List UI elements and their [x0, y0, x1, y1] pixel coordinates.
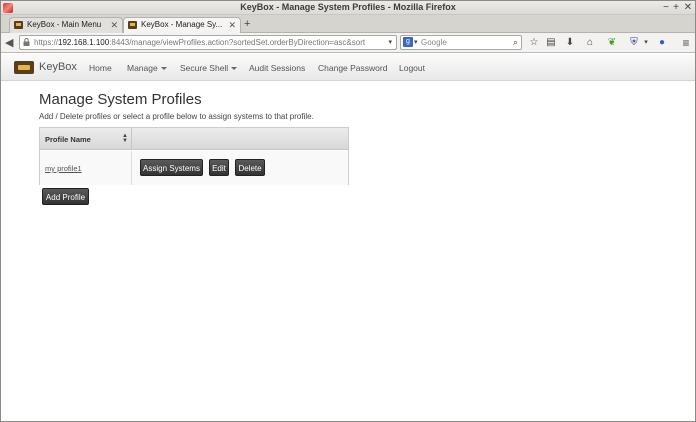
- title-bar: KeyBox - Manage System Profiles - Mozill…: [1, 1, 695, 15]
- nav-audit-sessions[interactable]: Audit Sessions: [249, 63, 305, 73]
- caret-down-icon: [160, 67, 167, 71]
- sort-icon[interactable]: ▲ ▼: [122, 133, 128, 144]
- edit-button[interactable]: Edit: [209, 159, 229, 176]
- lock-icon: [23, 38, 30, 46]
- url-host: 192.168.1.100: [58, 38, 110, 47]
- tab-label: KeyBox - Manage Sy...: [141, 20, 223, 29]
- bookmark-star-icon[interactable]: ☆: [527, 36, 541, 50]
- google-engine-icon[interactable]: g: [403, 37, 413, 47]
- keybox-favicon: [128, 21, 137, 29]
- search-engine-dropdown-icon[interactable]: ▾: [414, 36, 418, 49]
- table-header-row: Profile Name ▲ ▼: [40, 128, 348, 150]
- tab-close-icon[interactable]: ✕: [228, 18, 236, 32]
- column-header-profile-name[interactable]: Profile Name ▲ ▼: [40, 128, 132, 150]
- caret-down-icon: [231, 67, 238, 71]
- addon-leaf-icon[interactable]: ❦: [605, 36, 619, 50]
- nav-secure-shell-label: Secure Shell: [180, 63, 229, 73]
- tab-label: KeyBox - Main Menu: [27, 20, 102, 29]
- new-tab-button[interactable]: +: [244, 17, 250, 31]
- url-bar[interactable]: https://192.168.1.100:8443/manage/viewPr…: [19, 35, 397, 50]
- close-icon[interactable]: ✕: [682, 1, 694, 14]
- tab-main-menu[interactable]: KeyBox - Main Menu ✕: [9, 17, 123, 33]
- profile-name-link[interactable]: my profile1: [45, 164, 82, 173]
- bookmarks-list-icon[interactable]: ▤: [544, 36, 558, 50]
- search-icon[interactable]: ⌕: [513, 36, 518, 49]
- tab-manage-system-profiles[interactable]: KeyBox - Manage Sy... ✕: [123, 17, 241, 34]
- profiles-table: Profile Name ▲ ▼ my profile1 Assign Syste…: [39, 127, 349, 185]
- app-navbar: KeyBox Home Manage Secure Shell Audit Se…: [1, 54, 695, 81]
- page-description: Add / Delete profiles or select a profil…: [39, 112, 314, 121]
- nav-secure-shell[interactable]: Secure Shell: [180, 63, 238, 73]
- web-page: KeyBox Home Manage Secure Shell Audit Se…: [1, 54, 695, 421]
- url-dropdown-icon[interactable]: ▾: [388, 36, 392, 49]
- profile-name-cell: my profile1: [40, 151, 132, 185]
- nav-change-password[interactable]: Change Password: [318, 63, 387, 73]
- keybox-logo-icon[interactable]: [14, 61, 34, 74]
- nav-logout[interactable]: Logout: [399, 63, 425, 73]
- keybox-favicon: [14, 21, 23, 29]
- home-icon[interactable]: ⌂: [583, 36, 597, 50]
- navigation-bar: ◀ https://192.168.1.100:8443/manage/view…: [1, 33, 695, 53]
- browser-window: KeyBox - Manage System Profiles - Mozill…: [0, 0, 696, 422]
- downloads-icon[interactable]: ⬇: [563, 36, 577, 50]
- url-scheme: https://: [34, 38, 59, 47]
- assign-systems-button[interactable]: Assign Systems: [140, 159, 203, 176]
- delete-button[interactable]: Delete: [235, 159, 265, 176]
- nav-manage-label: Manage: [127, 63, 158, 73]
- nav-home[interactable]: Home: [89, 63, 112, 73]
- search-placeholder: Google: [421, 38, 447, 47]
- search-input[interactable]: g ▾ Google ⌕: [400, 35, 522, 50]
- tab-close-icon[interactable]: ✕: [110, 18, 118, 32]
- nav-manage[interactable]: Manage: [127, 63, 167, 73]
- column-header-label: Profile Name: [45, 135, 91, 144]
- page-title: Manage System Profiles: [39, 91, 202, 108]
- url-path: :8443/manage/viewProfiles.action?sortedS…: [109, 38, 366, 47]
- menu-icon[interactable]: ≡: [679, 36, 693, 50]
- back-icon[interactable]: ◀: [5, 36, 13, 50]
- addon-dropdown-icon[interactable]: ▾: [639, 36, 653, 50]
- maximize-icon[interactable]: +: [670, 1, 682, 14]
- app-brand[interactable]: KeyBox: [39, 61, 77, 73]
- tab-strip: KeyBox - Main Menu ✕ KeyBox - Manage Sy.…: [1, 15, 695, 34]
- addon-globe-icon[interactable]: ●: [655, 36, 669, 50]
- add-profile-button[interactable]: Add Profile: [42, 188, 89, 205]
- window-title: KeyBox - Manage System Profiles - Mozill…: [240, 2, 456, 12]
- table-row: my profile1 Assign Systems Edit Delete: [40, 151, 348, 185]
